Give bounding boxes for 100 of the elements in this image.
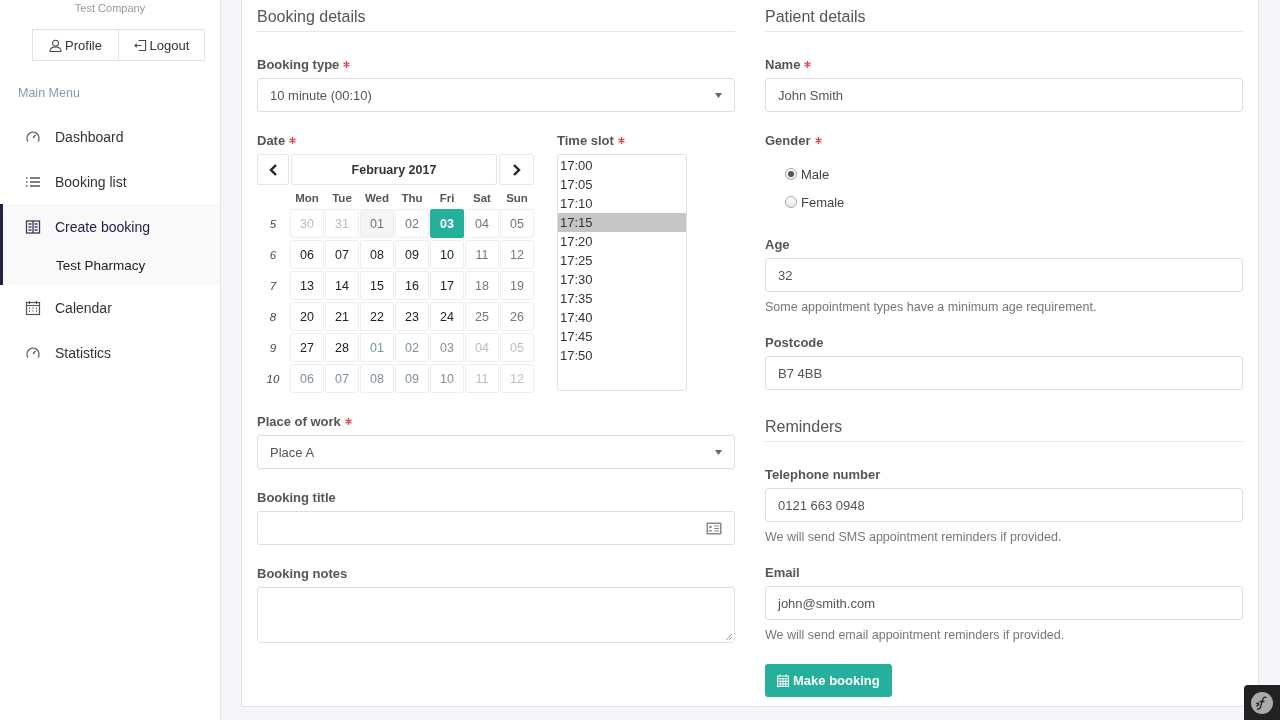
profile-button[interactable]: Profile: [32, 29, 119, 61]
id-card-icon: [706, 521, 722, 535]
booking-type-select[interactable]: 10 minute (00:10): [257, 78, 735, 112]
place-select[interactable]: Place A: [257, 435, 735, 469]
calendar-day[interactable]: 20: [290, 302, 324, 331]
calendar-icon: [777, 674, 789, 687]
weekday-header: Fri: [438, 191, 456, 206]
menu-row[interactable]: Dashboard: [0, 114, 220, 159]
calendar-day[interactable]: 28: [325, 333, 359, 362]
calendar-day[interactable]: 17: [430, 271, 464, 300]
field-label: Date: [257, 132, 286, 148]
calendar-day[interactable]: 23: [395, 302, 429, 331]
calendar-day[interactable]: 02: [395, 209, 429, 238]
calendar-day[interactable]: 04: [465, 209, 499, 238]
menu-row[interactable]: Booking list: [0, 159, 220, 204]
time-slot-option[interactable]: 17:20: [558, 232, 686, 251]
calendar-day[interactable]: 05: [500, 209, 534, 238]
calendar-day[interactable]: 06: [290, 364, 324, 393]
weekday-header: Sat: [472, 191, 492, 206]
field-label: Time slot: [557, 132, 614, 148]
name-field[interactable]: John Smith: [765, 78, 1243, 112]
logout-button[interactable]: Logout: [119, 29, 205, 61]
time-slot-option[interactable]: 17:30: [558, 270, 686, 289]
resize-grip-icon: [726, 634, 732, 640]
calendar-day[interactable]: 12: [500, 240, 534, 269]
calendar-day[interactable]: 07: [325, 240, 359, 269]
time-slot-option[interactable]: 17:10: [558, 194, 686, 213]
next-month-button[interactable]: [499, 154, 534, 185]
calendar-day[interactable]: 10: [430, 240, 464, 269]
logo-icon: [1251, 691, 1273, 714]
calendar-day[interactable]: 11: [465, 240, 499, 269]
field-label: Booking notes: [257, 565, 348, 581]
field-label: Booking title: [257, 489, 336, 505]
time-slot-option[interactable]: 17:50: [558, 346, 686, 365]
calendar-day[interactable]: 15: [360, 271, 394, 300]
calendar-day[interactable]: 19: [500, 271, 534, 300]
time-slot-option[interactable]: 17:45: [558, 327, 686, 346]
section-heading: Booking details: [257, 0, 735, 32]
week-number: 6: [268, 247, 278, 263]
time-slot-option[interactable]: 17:00: [558, 156, 686, 175]
telephone-field[interactable]: 0121 663 0948: [765, 488, 1243, 522]
week-number: 9: [268, 340, 278, 356]
calendar-day[interactable]: 26: [500, 302, 534, 331]
weekday-header: Thu: [400, 191, 424, 206]
caret-icon: [715, 92, 722, 98]
time-slot-option[interactable]: 17:05: [558, 175, 686, 194]
company-name: Test Company: [73, 1, 147, 14]
weekday-header: Mon: [294, 191, 320, 206]
time-slot-option[interactable]: 17:40: [558, 308, 686, 327]
calendar-day[interactable]: 18: [465, 271, 499, 300]
menu-item[interactable]: Booking list: [55, 173, 127, 190]
weekday-header: Sun: [505, 191, 529, 206]
radio-button[interactable]: [785, 168, 797, 180]
field-label: Telephone number: [765, 466, 881, 482]
menu-item[interactable]: Calendar: [55, 299, 112, 316]
time-slot-option[interactable]: 17:25: [558, 251, 686, 270]
calendar-day[interactable]: 09: [395, 364, 429, 393]
help-text: We will send email appointment reminders if provided.: [765, 628, 1066, 642]
field-label: Postcode: [765, 334, 824, 350]
radio-label: Female: [801, 194, 845, 210]
calendar-day[interactable]: 22: [360, 302, 394, 331]
calendar-day[interactable]: 10: [430, 364, 464, 393]
field-label: Name: [765, 56, 801, 72]
menu-item[interactable]: Create booking: [55, 218, 150, 235]
field-label: Email: [765, 564, 800, 580]
booking-notes-field[interactable]: [257, 587, 735, 643]
calendar-day[interactable]: 24: [430, 302, 464, 331]
menu-item[interactable]: Dashboard: [55, 128, 124, 145]
submenu-item[interactable]: Test Pharmacy: [56, 257, 146, 273]
calendar-day[interactable]: 16: [395, 271, 429, 300]
calendar-day[interactable]: 01: [360, 333, 394, 362]
calendar-day[interactable]: 14: [325, 271, 359, 300]
calendar-day[interactable]: 27: [290, 333, 324, 362]
time-slot-option[interactable]: 17:35: [558, 289, 686, 308]
email-field[interactable]: john@smith.com: [765, 586, 1243, 620]
menu-item[interactable]: Statistics: [55, 344, 111, 361]
previous-month-button[interactable]: [257, 154, 289, 185]
week-number: 10: [265, 371, 281, 387]
age-field[interactable]: 32: [765, 258, 1243, 292]
calendar-day[interactable]: 13: [290, 271, 324, 300]
radio-button[interactable]: [785, 196, 797, 208]
calendar-day[interactable]: 06: [290, 240, 324, 269]
postcode-field[interactable]: B7 4BB: [765, 356, 1243, 390]
menu-row[interactable]: Statistics: [0, 330, 220, 375]
radio-label: Male: [801, 166, 830, 182]
time-slot-option[interactable]: 17:15: [558, 213, 686, 232]
calendar-day[interactable]: 21: [325, 302, 359, 331]
booking-title-field[interactable]: [257, 511, 735, 545]
calendar-day[interactable]: 01: [360, 209, 394, 238]
month-title-button[interactable]: February 2017: [291, 154, 497, 185]
chevron-left-icon: [268, 163, 278, 176]
toolbar-toggle-button[interactable]: [1244, 685, 1280, 720]
calendar-icon: [25, 299, 41, 316]
field-label: Age: [765, 236, 790, 252]
field-label: Gender: [765, 132, 811, 148]
time-slot-list[interactable]: 17:00 17:05 17:10 17:15 17:20 17:25 17:30 17:35 17:40 17:45 17:50: [557, 154, 687, 391]
menu-row[interactable]: Calendar: [0, 285, 220, 330]
calendar-day[interactable]: 25: [465, 302, 499, 331]
calendar-day[interactable]: 08: [360, 240, 394, 269]
calendar-day[interactable]: 09: [395, 240, 429, 269]
